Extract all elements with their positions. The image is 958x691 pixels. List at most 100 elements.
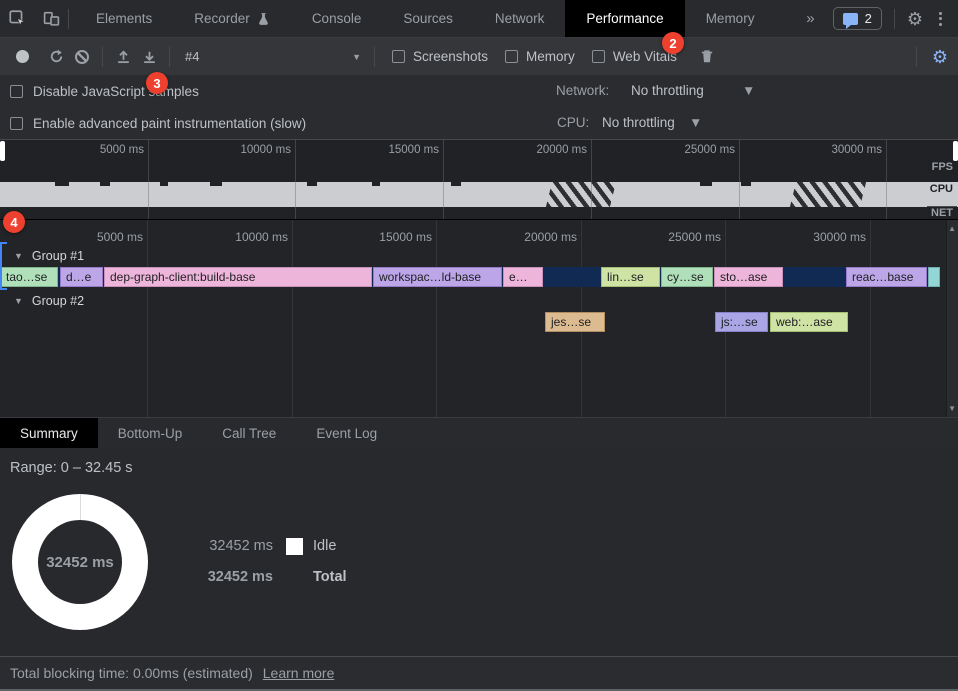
collapse-triangle-icon: ▼ [14, 251, 23, 261]
clear-recording-button[interactable] [69, 50, 95, 64]
recording-session-select[interactable]: #4 ▼ [185, 49, 361, 64]
overview-tick-label: 5000 ms [64, 144, 144, 156]
group-name: Group #1 [32, 249, 84, 263]
group-header-group-1[interactable]: ▼ Group #1 [14, 247, 84, 264]
flame-tick-label: 25000 ms [641, 230, 721, 244]
cpu-throttling-select[interactable]: No throttling [602, 107, 675, 139]
tab-elements[interactable]: Elements [75, 0, 173, 37]
legend-label: Idle [313, 538, 336, 554]
overview-right-drag-handle[interactable] [953, 141, 958, 161]
console-messages-button[interactable]: 2 [833, 7, 882, 30]
checkbox-screenshots[interactable]: Screenshots [392, 49, 488, 64]
tab-performance[interactable]: Performance [565, 0, 684, 37]
network-throttling-select[interactable]: No throttling [631, 75, 704, 107]
cpu-activity-dip [700, 182, 712, 186]
chevron-down-icon: ▼ [689, 107, 702, 139]
legend-value: 32452 ms [207, 538, 273, 554]
more-options-menu-icon[interactable] [935, 12, 946, 26]
tab-bar-right-controls: » 2 ⚙ [800, 0, 958, 37]
checkbox-box [592, 50, 605, 63]
flame-bar-e[interactable]: e… [503, 267, 543, 287]
flame-bar-item[interactable] [928, 267, 940, 287]
legend-label: Total [313, 569, 347, 585]
overview-tick-label: 15000 ms [359, 144, 439, 156]
group-header-group-2[interactable]: ▼Group #2 [14, 292, 84, 309]
overview-left-drag-handle[interactable] [0, 141, 5, 161]
collapse-triangle-icon: ▼ [14, 296, 23, 306]
details-panel-tabs: SummaryBottom-UpCall TreeEvent Log [0, 417, 958, 448]
tab-memory[interactable]: Memory [685, 0, 776, 37]
flame-bar-cy-se[interactable]: cy…se [661, 267, 713, 287]
performance-toolbar: #4 ▼ Screenshots Memory Web Vitals ⚙ [0, 38, 958, 75]
upload-arrow-icon [115, 48, 132, 65]
summary-panel: Range: 0 – 32.45 s 32452 ms 32452 msIdle… [0, 448, 958, 656]
range-label: Range: 0 – 32.45 s [10, 460, 133, 476]
tab-network[interactable]: Network [474, 0, 566, 37]
capture-options-panel: Disable JavaScript samples Enable advanc… [0, 75, 958, 140]
flame-bar-reac-base[interactable]: reac…base [846, 267, 927, 287]
cpu-activity-dip [210, 182, 222, 186]
flame-bar-tao-se[interactable]: tao…se [0, 267, 58, 287]
advanced-paint-checkbox[interactable]: Enable advanced paint instrumentation (s… [10, 107, 306, 139]
inspect-element-button[interactable] [0, 0, 34, 37]
step-badge-4: 4 [3, 211, 25, 233]
reload-icon [48, 48, 65, 65]
flame-bar-lin-se[interactable]: lin…se [601, 267, 660, 287]
timeline-overview[interactable]: FPS CPU NET 5000 ms10000 ms15000 ms20000… [0, 140, 958, 219]
status-bar: Total blocking time: 0.00ms (estimated) … [0, 656, 958, 691]
messages-count: 2 [865, 11, 872, 26]
checkbox-web-vitals[interactable]: Web Vitals [592, 49, 677, 64]
reload-and-record-button[interactable] [43, 48, 69, 65]
details-tab-bottom-up[interactable]: Bottom-Up [98, 418, 203, 448]
tab-recorder[interactable]: Recorder [173, 0, 291, 37]
flame-bar-js-se[interactable]: js:…se [715, 312, 768, 332]
checkbox-box [10, 117, 23, 130]
overview-tick-label: 30000 ms [802, 144, 882, 156]
record-icon[interactable] [16, 50, 29, 63]
overview-gridline [148, 140, 149, 219]
flame-gridline [292, 220, 293, 417]
session-label: #4 [185, 49, 199, 64]
scroll-up-icon[interactable]: ▲ [948, 224, 956, 233]
flask-icon [257, 12, 270, 26]
flame-chart[interactable]: ▲ ▼ 5000 ms10000 ms15000 ms20000 ms25000… [0, 219, 958, 417]
flame-bar-d-e[interactable]: d…e [60, 267, 103, 287]
divider [916, 47, 917, 67]
cpu-activity-dip [307, 182, 317, 186]
capture-settings-gear-icon[interactable]: ⚙ [932, 48, 948, 66]
cpu-activity-dip [372, 182, 380, 186]
flame-bar-workspac-ld-base[interactable]: workspac…ld-base [373, 267, 502, 287]
learn-more-link[interactable]: Learn more [263, 665, 335, 681]
net-lane-label: NET [927, 206, 957, 219]
save-profile-button[interactable] [136, 48, 162, 65]
details-tab-call-tree[interactable]: Call Tree [202, 418, 296, 448]
settings-gear-icon[interactable]: ⚙ [907, 10, 923, 28]
flame-bar-jes-se[interactable]: jes…se [545, 312, 605, 332]
trash-icon [699, 48, 715, 65]
tab-console[interactable]: Console [291, 0, 383, 37]
flame-bar-web-ase[interactable]: web:…ase [770, 312, 848, 332]
overview-tick-label: 20000 ms [507, 144, 587, 156]
tab-sources[interactable]: Sources [382, 0, 474, 37]
divider [374, 47, 375, 67]
scroll-down-icon[interactable]: ▼ [948, 404, 956, 413]
devtools-window: ElementsRecorderConsoleSourcesNetworkPer… [0, 0, 958, 691]
details-tab-summary[interactable]: Summary [0, 418, 98, 448]
disable-js-samples-checkbox[interactable]: Disable JavaScript samples [10, 75, 199, 107]
load-profile-button[interactable] [110, 48, 136, 65]
checkbox-memory[interactable]: Memory [505, 49, 575, 64]
details-tab-event-log[interactable]: Event Log [296, 418, 397, 448]
flame-chart-scrollbar[interactable]: ▲ ▼ [946, 220, 958, 417]
flame-bar-sto-ase[interactable]: sto…ase [714, 267, 783, 287]
more-tabs-chevron-icon[interactable]: » [806, 10, 814, 27]
divider [894, 9, 895, 29]
flame-bar-dep-graph-client-build-base[interactable]: dep-graph-client:build-base [104, 267, 372, 287]
total-blocking-time-text: Total blocking time: 0.00ms (estimated) [10, 665, 253, 681]
cpu-activity-dip [55, 182, 69, 186]
flame-tick-label: 30000 ms [786, 230, 866, 244]
toggle-device-toolbar-button[interactable] [34, 0, 68, 37]
delete-recording-button[interactable] [694, 48, 720, 65]
checkbox-label: Enable advanced paint instrumentation (s… [33, 116, 306, 131]
cpu-activity-dip [451, 182, 461, 186]
checkbox-box [392, 50, 405, 63]
